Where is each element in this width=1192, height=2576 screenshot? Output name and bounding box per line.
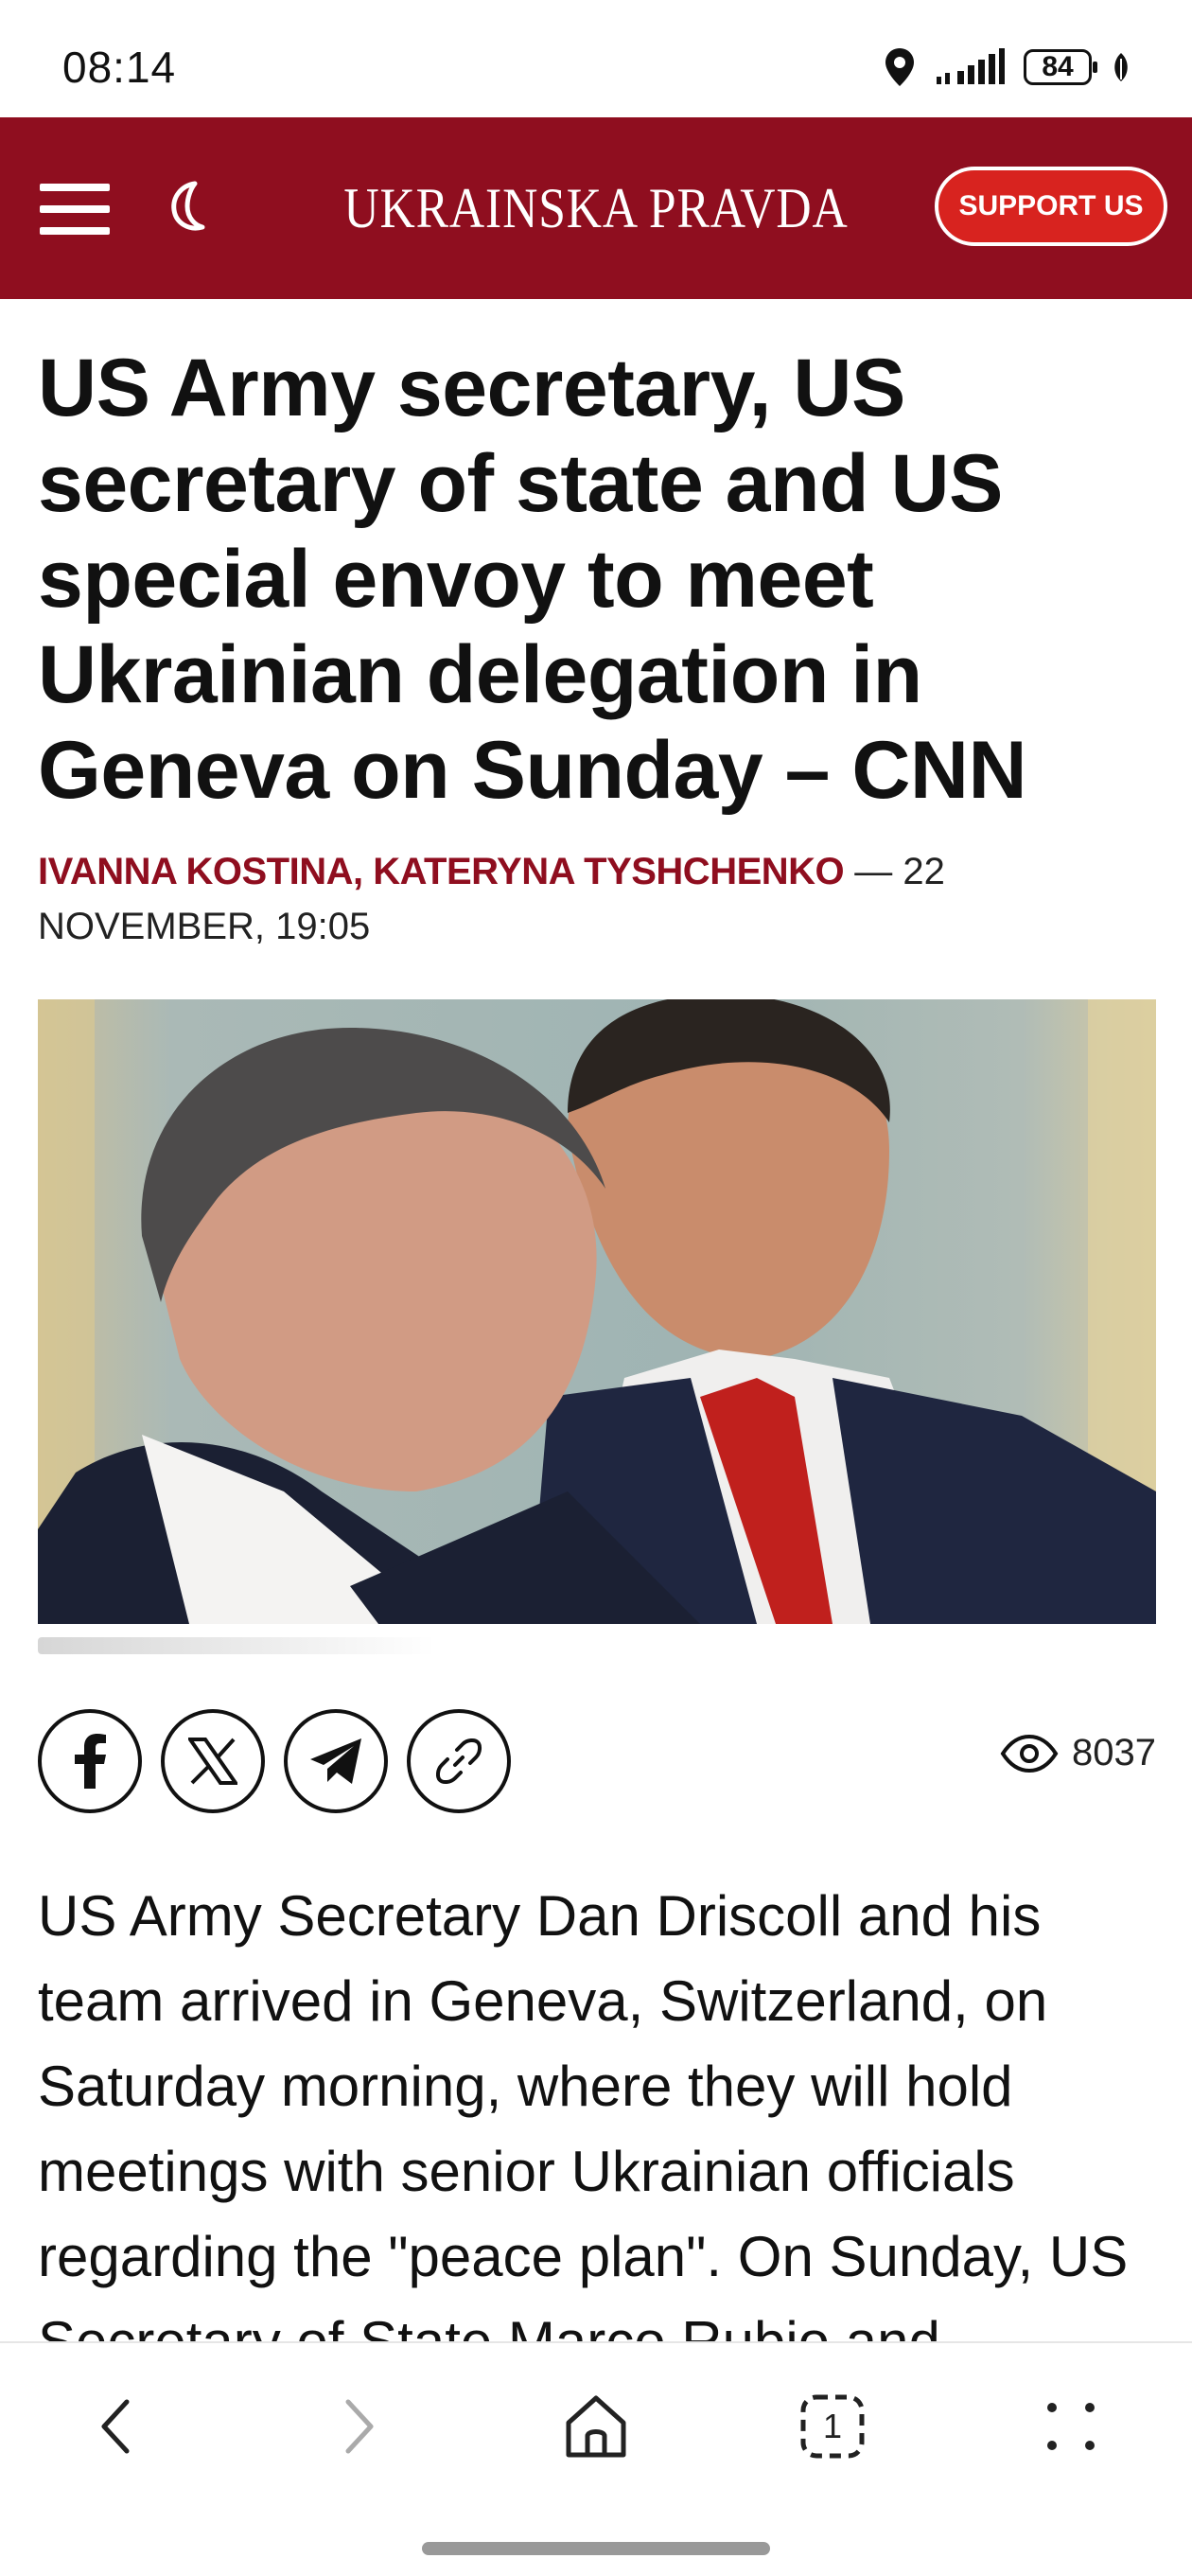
forward-button[interactable]: [312, 2379, 407, 2474]
article-photo-illustration: [38, 999, 1156, 1624]
eye-icon: [1000, 1734, 1059, 1773]
article-byline: IVANNA KOSTINA, KATERYNA TYSHCHENKO — 22…: [38, 844, 1154, 954]
copy-link-button[interactable]: [407, 1709, 511, 1813]
share-buttons: [38, 1709, 511, 1813]
status-time: 08:14: [62, 43, 177, 92]
home-icon: [566, 2395, 626, 2458]
more-icon: [1047, 2403, 1095, 2450]
gesture-home-indicator[interactable]: [422, 2542, 770, 2555]
photo-caption: [38, 1637, 435, 1654]
view-count-value: 8037: [1072, 1732, 1156, 1773]
home-button[interactable]: [549, 2379, 643, 2474]
telegram-icon: [310, 1738, 361, 1784]
article-photo: [38, 999, 1156, 1624]
tabs-button[interactable]: 1: [785, 2379, 880, 2474]
article-authors[interactable]: IVANNA KOSTINA, KATERYNA TYSHCHENKO: [38, 851, 845, 892]
status-icons: 84: [884, 44, 1131, 91]
location-icon: [885, 48, 914, 86]
status-bar: 08:14 84: [0, 0, 1192, 117]
leaf-icon: [1114, 53, 1128, 81]
back-icon: [101, 2399, 130, 2454]
battery-indicator: 84: [1024, 49, 1097, 85]
site-header: UKRAINSKA PRAVDA SUPPORT US: [0, 117, 1192, 299]
facebook-icon: [75, 1734, 106, 1789]
link-icon: [435, 1738, 482, 1785]
article-headline: US Army secretary, US secretary of state…: [38, 343, 1027, 816]
facebook-share-button[interactable]: [38, 1709, 142, 1813]
signal-icon: [937, 48, 1005, 84]
battery-level: 84: [1042, 51, 1074, 82]
forward-icon: [345, 2399, 374, 2454]
support-us-button[interactable]: SUPPORT US: [935, 167, 1167, 246]
more-button[interactable]: [1024, 2379, 1118, 2474]
back-button[interactable]: [68, 2379, 163, 2474]
browser-bottom-bar: 1: [0, 2341, 1192, 2576]
tabs-count: 1: [822, 2407, 843, 2445]
article-body: US Army Secretary Dan Driscoll and his t…: [38, 1884, 1129, 2342]
view-count: 8037: [1000, 1732, 1156, 1774]
x-icon: [188, 1738, 237, 1785]
x-share-button[interactable]: [161, 1709, 265, 1813]
telegram-share-button[interactable]: [284, 1709, 388, 1813]
